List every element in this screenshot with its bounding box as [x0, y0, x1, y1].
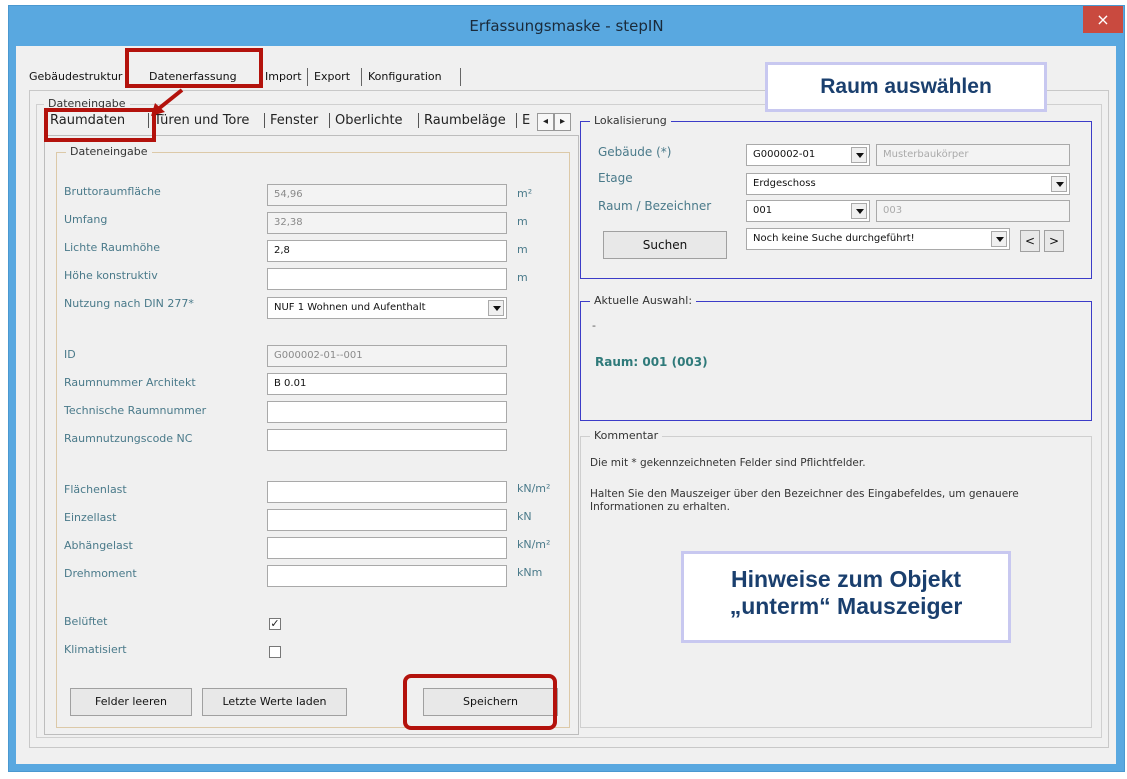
drehmoment-field[interactable]	[267, 565, 507, 587]
label-raum-bezeichner: Raum / Bezeichner	[598, 199, 712, 213]
search-results-value: Noch keine Suche durchgeführt!	[753, 233, 915, 244]
gebaeude-select[interactable]: G000002-01	[746, 144, 870, 166]
title-bar: Erfassungsmaske - stepIN ×	[9, 6, 1124, 46]
letzte-werte-laden-button[interactable]: Letzte Werte laden	[202, 688, 347, 716]
highlight-datenerfassung-tab	[125, 48, 263, 88]
tab-konfiguration[interactable]: Konfiguration	[365, 68, 445, 86]
gebaeude-select-value: G000002-01	[753, 149, 816, 160]
label-nutzung-din277: Nutzung nach DIN 277*	[64, 297, 194, 310]
klimatisiert-checkbox[interactable]	[269, 646, 281, 658]
annotation-hinweise-line-2: „unterm“ Mauszeiger	[729, 593, 963, 619]
lichte-raumhoehe-field[interactable]: 2,8	[267, 240, 507, 262]
label-umfang: Umfang	[64, 213, 108, 226]
arrow-icon	[151, 88, 184, 116]
gebaeude-name-field[interactable]: Musterbaukörper	[876, 144, 1070, 166]
label-etage: Etage	[598, 171, 633, 185]
einzellast-field[interactable]	[267, 509, 507, 531]
subtab-next-button[interactable]: ▸	[554, 113, 571, 131]
aktuelle-auswahl-label: Aktuelle Auswahl:	[590, 294, 697, 307]
etage-select[interactable]: Erdgeschoss	[746, 173, 1070, 195]
subtab-fenster[interactable]: Fenster	[264, 113, 318, 128]
chevron-down-icon[interactable]	[851, 147, 867, 163]
chevron-down-icon[interactable]	[1051, 176, 1067, 192]
unit-m: m	[517, 243, 528, 256]
subtab-more[interactable]: E	[516, 113, 530, 128]
nutzung-select-value: NUF 1 Wohnen und Aufenthalt	[274, 302, 426, 313]
raumnummer-architekt-field[interactable]: B 0.01	[267, 373, 507, 395]
suchen-button[interactable]: Suchen	[603, 231, 727, 259]
label-drehmoment: Drehmoment	[64, 567, 137, 580]
annotation-raum-auswaehlen: Raum auswählen	[765, 62, 1047, 112]
unit-kn: kN	[517, 510, 532, 523]
flaechenlast-field[interactable]	[267, 481, 507, 503]
label-gebaeude: Gebäude (*)	[598, 145, 672, 159]
next-result-button[interactable]: >	[1044, 230, 1064, 252]
abhaengelast-field[interactable]	[267, 537, 507, 559]
tab-separator	[361, 68, 362, 86]
raum-select-value: 001	[753, 205, 773, 216]
unit-m: m	[517, 215, 528, 228]
label-technische-raumnummer: Technische Raumnummer	[64, 404, 207, 417]
annotation-hinweise-line-1: Hinweise zum Objekt	[730, 566, 962, 592]
window-title: Erfassungsmaske - stepIN	[469, 17, 664, 35]
tab-separator	[460, 68, 461, 86]
search-results-select[interactable]: Noch keine Suche durchgeführt!	[746, 228, 1010, 250]
tab-gebaeudestruktur[interactable]: Gebäudestruktur	[26, 68, 125, 86]
bruttoraumflaeche-field[interactable]: 54,96	[267, 184, 507, 206]
close-button[interactable]: ×	[1083, 6, 1123, 33]
tab-separator	[307, 68, 308, 86]
label-id: ID	[64, 348, 76, 361]
unit-m2: m²	[517, 187, 533, 200]
label-hoehe-konstruktiv: Höhe konstruktiv	[64, 269, 158, 282]
label-raumnutzungscode-nc: Raumnutzungscode NC	[64, 432, 193, 445]
label-flaechenlast: Flächenlast	[64, 483, 127, 496]
label-abhaengelast: Abhängelast	[64, 539, 133, 552]
selection-value: Raum: 001 (003)	[595, 355, 708, 369]
technische-raumnummer-field[interactable]	[267, 401, 507, 423]
subtab-raumbelaege[interactable]: Raumbeläge	[418, 113, 506, 128]
lokalisierung-label: Lokalisierung	[590, 114, 671, 127]
nutzung-select[interactable]: NUF 1 Wohnen und Aufenthalt	[267, 297, 507, 319]
selection-dash: -	[592, 319, 596, 332]
umfang-field[interactable]: 32,38	[267, 212, 507, 234]
belueftet-checkbox[interactable]: ✓	[269, 618, 281, 630]
label-lichte-raumhoehe: Lichte Raumhöhe	[64, 241, 161, 254]
raumnutzungscode-nc-field[interactable]	[267, 429, 507, 451]
etage-select-value: Erdgeschoss	[753, 178, 816, 189]
chevron-down-icon[interactable]	[851, 203, 867, 219]
label-belueftet: Belüftet	[64, 615, 108, 628]
app-window: Erfassungsmaske - stepIN × Gebäudestrukt…	[8, 5, 1125, 772]
subtab-oberlichte[interactable]: Oberlichte	[329, 113, 403, 128]
label-bruttoraumflaeche: Bruttoraumfläche	[64, 185, 161, 198]
hoehe-konstruktiv-field[interactable]	[267, 268, 507, 290]
client-area: Gebäudestruktur Datenerfassung Import Ex…	[16, 46, 1116, 764]
previous-result-button[interactable]: <	[1020, 230, 1040, 252]
label-raumnummer-architekt: Raumnummer Architekt	[64, 376, 196, 389]
chevron-down-icon[interactable]	[488, 300, 504, 316]
raum-name-field[interactable]: 003	[876, 200, 1070, 222]
data-entry-group-label: Dateneingabe	[66, 145, 152, 158]
highlight-speichern-button	[403, 674, 557, 730]
unit-m: m	[517, 271, 528, 284]
main-panel: Dateneingabe Raumdaten Türen und Tore Fe…	[29, 90, 1109, 748]
felder-leeren-button[interactable]: Felder leeren	[70, 688, 192, 716]
label-einzellast: Einzellast	[64, 511, 117, 524]
raum-select[interactable]: 001	[746, 200, 870, 222]
highlight-raumdaten-tab	[44, 108, 156, 142]
tab-import[interactable]: Import	[262, 68, 305, 86]
unit-kn-m2: kN/m²	[517, 538, 551, 551]
unit-knm: kNm	[517, 566, 543, 579]
unit-kn-m2: kN/m²	[517, 482, 551, 495]
comment-line-1: Die mit * gekennzeichneten Felder sind P…	[590, 457, 866, 469]
kommentar-label: Kommentar	[590, 429, 663, 442]
tab-export[interactable]: Export	[311, 68, 353, 86]
chevron-down-icon[interactable]	[991, 231, 1007, 247]
label-klimatisiert: Klimatisiert	[64, 643, 127, 656]
comment-line-2: Halten Sie den Mauszeiger über den Bezei…	[590, 488, 1019, 513]
id-field[interactable]: G000002-01--001	[267, 345, 507, 367]
annotation-hinweise: Hinweise zum Objekt „unterm“ Mauszeiger	[681, 551, 1011, 643]
subtab-prev-button[interactable]: ◂	[537, 113, 554, 131]
